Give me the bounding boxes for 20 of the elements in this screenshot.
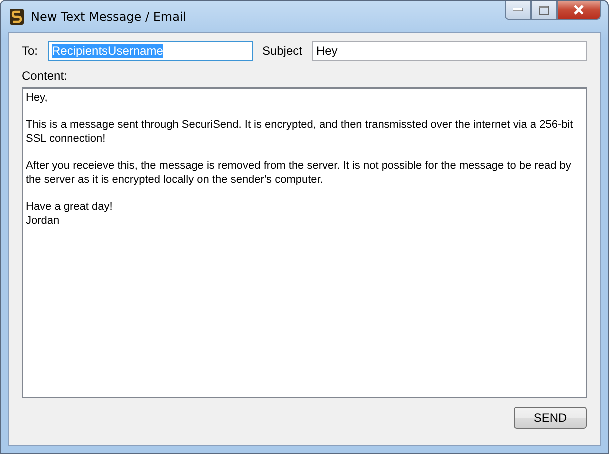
subject-field[interactable]: Hey [312, 40, 587, 60]
content-label: Content: [22, 69, 68, 83]
minimize-button[interactable] [505, 1, 531, 20]
message-text: Have a great day! [26, 200, 114, 214]
to-value: RecipientsUsername [52, 44, 164, 58]
close-icon [573, 5, 585, 15]
to-label: To: [22, 44, 38, 58]
minimize-icon [513, 8, 523, 12]
close-button[interactable] [557, 1, 601, 20]
message-text: Jordan [26, 214, 61, 228]
send-button[interactable]: SEND [514, 407, 587, 429]
message-text: Hey, [26, 91, 49, 105]
maximize-icon [539, 6, 549, 14]
app-logo-icon [9, 8, 25, 26]
maximize-button[interactable] [531, 1, 557, 20]
subject-label: Subject [262, 44, 302, 58]
window-title: New Text Message / Email [31, 10, 187, 24]
message-text: This is a message sent through SecuriSend. It is encrypted, and then transmissted over the internet via a 256-bit SSL connection! [26, 118, 574, 146]
message-text: After you receieve this, the message is removed from the server. It is not possible for the message to be read by the server as it is encrypted locally on the sender's computer. [26, 159, 572, 187]
content-textarea[interactable] [22, 87, 587, 398]
